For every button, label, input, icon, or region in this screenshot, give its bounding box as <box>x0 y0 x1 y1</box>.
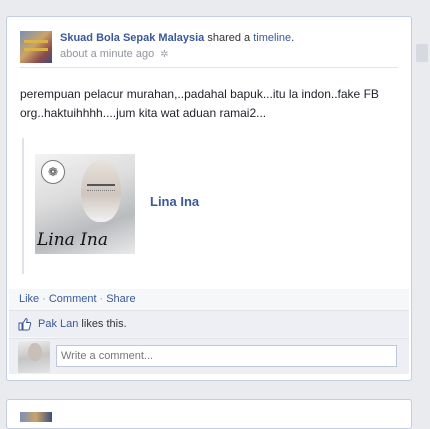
author-avatar[interactable] <box>20 31 52 63</box>
post-header: Skuad Bola Sepak Malaysia shared a timel… <box>60 32 295 44</box>
liker-name[interactable]: Pak Lan <box>38 318 78 330</box>
comment-link[interactable]: Comment <box>49 293 97 305</box>
next-post-avatar[interactable] <box>20 412 52 422</box>
likes-summary: Pak Lan likes this. <box>9 310 409 337</box>
shared-image[interactable]: ❁ Lina Ina <box>35 154 135 254</box>
emblem-icon: ❁ <box>41 160 65 184</box>
comment-input[interactable] <box>56 345 397 367</box>
scrollbar[interactable] <box>414 0 430 415</box>
shared-title[interactable]: Lina Ina <box>150 194 199 209</box>
action-link[interactable]: timeline <box>253 32 291 44</box>
thumbs-up-icon <box>18 317 32 331</box>
timestamp[interactable]: about a minute ago <box>60 48 154 60</box>
divider <box>20 67 398 68</box>
feedback-area: Like · Comment · Share Pak Lan likes this. <box>9 289 409 374</box>
like-link[interactable]: Like <box>19 293 39 305</box>
author-name[interactable]: Skuad Bola Sepak Malaysia <box>60 32 204 44</box>
post-actions: Like · Comment · Share <box>19 293 136 305</box>
post-meta: about a minute ago ✲ <box>60 48 169 60</box>
scrollbar-thumb[interactable] <box>416 44 428 62</box>
next-feed-post <box>6 399 412 429</box>
feed-post: Skuad Bola Sepak Malaysia shared a timel… <box>6 16 412 381</box>
likes-text: Pak Lan likes this. <box>38 318 127 330</box>
image-signature: Lina Ina <box>37 230 109 250</box>
viewer-avatar <box>18 341 50 373</box>
share-link[interactable]: Share <box>106 293 135 305</box>
action-text: shared a <box>204 32 254 44</box>
post-message: perempuan pelacur murahan,..padahal bapu… <box>20 87 379 120</box>
comment-composer <box>9 338 409 374</box>
shared-attachment: ❁ Lina Ina Lina Ina <box>22 138 404 274</box>
globe-gear-icon: ✲ <box>160 49 169 60</box>
